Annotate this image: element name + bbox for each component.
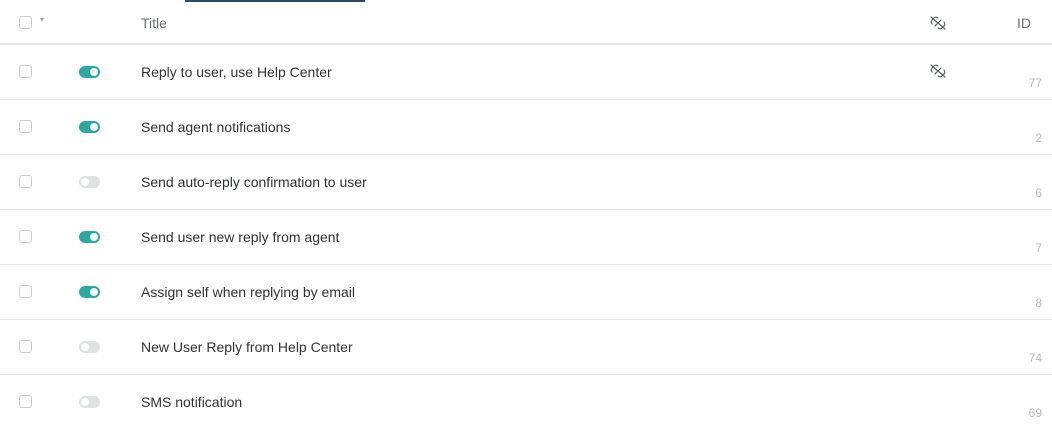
- table-row[interactable]: New User Reply from Help Center 74: [0, 320, 1052, 375]
- unlink-icon: [930, 64, 946, 78]
- toggle-knob: [90, 233, 98, 241]
- row-checkbox[interactable]: [19, 395, 32, 408]
- active-toggle[interactable]: [79, 231, 100, 243]
- table-row[interactable]: Assign self when replying by email 8: [0, 265, 1052, 320]
- unlink-icon: [930, 16, 946, 30]
- row-title[interactable]: SMS notification: [141, 394, 242, 410]
- active-toggle[interactable]: [79, 176, 100, 188]
- row-title[interactable]: Send user new reply from agent: [141, 229, 339, 245]
- row-title[interactable]: Send auto-reply confirmation to user: [141, 174, 367, 190]
- row-checkbox[interactable]: [19, 340, 32, 353]
- triggers-table: ▾ Title ID Reply to user, use Help Cente…: [0, 0, 1052, 430]
- row-checkbox[interactable]: [19, 65, 32, 78]
- table-row[interactable]: Send agent notifications 2: [0, 100, 1052, 155]
- column-header-title[interactable]: Title: [141, 15, 167, 31]
- row-checkbox[interactable]: [19, 230, 32, 243]
- toggle-knob: [90, 68, 98, 76]
- toggle-knob: [90, 288, 98, 296]
- active-toggle[interactable]: [79, 396, 100, 408]
- active-toggle[interactable]: [79, 121, 100, 133]
- row-id: 7: [1035, 241, 1042, 255]
- table-row[interactable]: Send user new reply from agent 7: [0, 210, 1052, 265]
- row-checkbox[interactable]: [19, 120, 32, 133]
- select-all-checkbox[interactable]: [19, 16, 32, 29]
- toggle-knob: [90, 123, 98, 131]
- table-row[interactable]: SMS notification 69: [0, 375, 1052, 430]
- row-id: 77: [1028, 76, 1042, 90]
- row-id: 8: [1035, 296, 1042, 310]
- toggle-knob: [81, 398, 89, 406]
- select-menu-caret-icon[interactable]: ▾: [40, 15, 44, 24]
- active-toggle[interactable]: [79, 341, 100, 353]
- row-checkbox[interactable]: [19, 285, 32, 298]
- table-row[interactable]: Send auto-reply confirmation to user 6: [0, 155, 1052, 210]
- table-row[interactable]: Reply to user, use Help Center 77: [0, 45, 1052, 100]
- column-header-id[interactable]: ID: [1017, 15, 1031, 31]
- row-title[interactable]: Reply to user, use Help Center: [141, 64, 332, 80]
- row-id: 2: [1035, 131, 1042, 145]
- row-id: 6: [1035, 186, 1042, 200]
- row-id: 69: [1028, 406, 1042, 420]
- row-title[interactable]: New User Reply from Help Center: [141, 339, 353, 355]
- toggle-knob: [81, 178, 89, 186]
- table-header: ▾ Title ID: [0, 0, 1052, 45]
- toggle-knob: [81, 343, 89, 351]
- active-toggle[interactable]: [79, 286, 100, 298]
- row-id: 74: [1028, 351, 1042, 365]
- row-title[interactable]: Send agent notifications: [141, 119, 290, 135]
- row-title[interactable]: Assign self when replying by email: [141, 284, 355, 300]
- row-checkbox[interactable]: [19, 175, 32, 188]
- table-body: Reply to user, use Help Center 77 Send age…: [0, 45, 1052, 430]
- active-toggle[interactable]: [79, 66, 100, 78]
